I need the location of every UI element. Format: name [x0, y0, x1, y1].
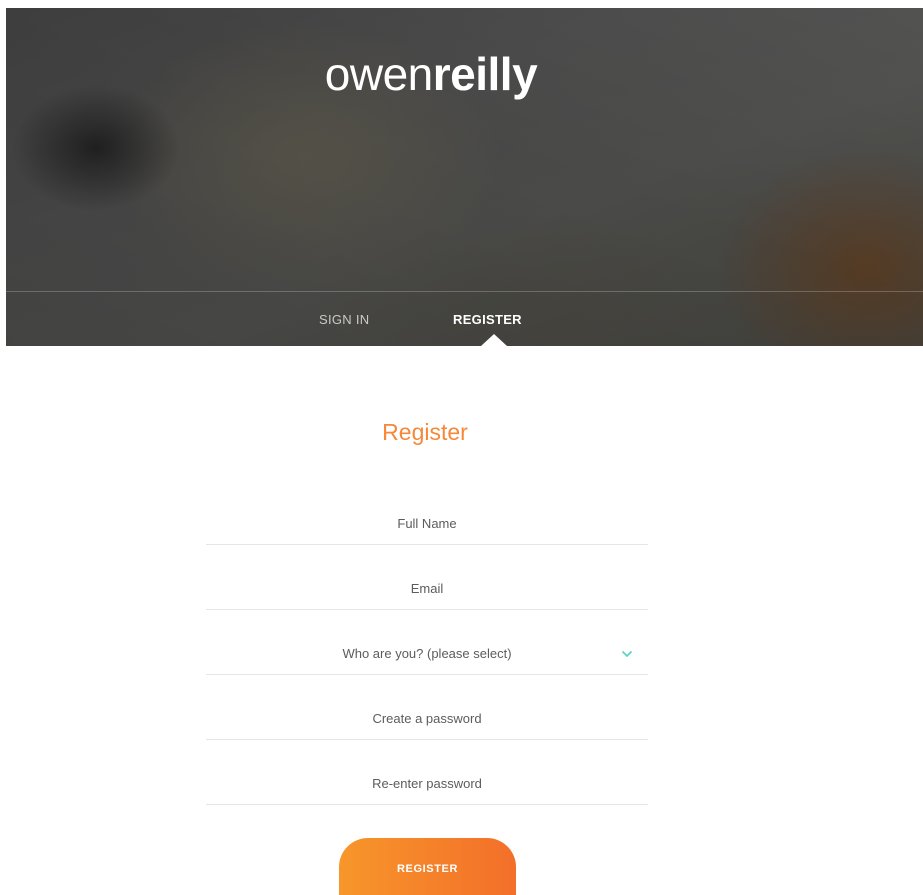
- full-name-field[interactable]: Full Name: [206, 496, 648, 545]
- form-title: Register: [382, 419, 468, 445]
- register-page: owenreilly SIGN IN REGISTER Register Ful…: [0, 0, 923, 895]
- password-field[interactable]: Create a password: [206, 691, 648, 740]
- email-field[interactable]: Email: [206, 561, 648, 610]
- logo-light-text: owen: [324, 48, 433, 100]
- logo[interactable]: owenreilly: [6, 46, 856, 102]
- role-select[interactable]: Who are you? (please select): [206, 626, 648, 675]
- auth-tabs: SIGN IN REGISTER: [6, 292, 923, 346]
- tab-register[interactable]: REGISTER: [453, 312, 522, 327]
- register-submit-button[interactable]: REGISTER: [339, 838, 516, 895]
- password-placeholder: Create a password: [372, 711, 482, 726]
- hero-header: owenreilly SIGN IN REGISTER: [6, 8, 923, 346]
- active-tab-indicator: [481, 334, 507, 346]
- reenter-password-placeholder: Re-enter password: [372, 776, 482, 791]
- email-placeholder: Email: [410, 581, 444, 596]
- chevron-down-icon[interactable]: [620, 646, 634, 657]
- reenter-password-field[interactable]: Re-enter password: [206, 756, 648, 805]
- full-name-placeholder: Full Name: [397, 516, 457, 531]
- role-select-value: Who are you? (please select): [342, 646, 512, 661]
- logo-bold-text: reilly: [432, 48, 538, 100]
- tab-sign-in[interactable]: SIGN IN: [319, 312, 370, 327]
